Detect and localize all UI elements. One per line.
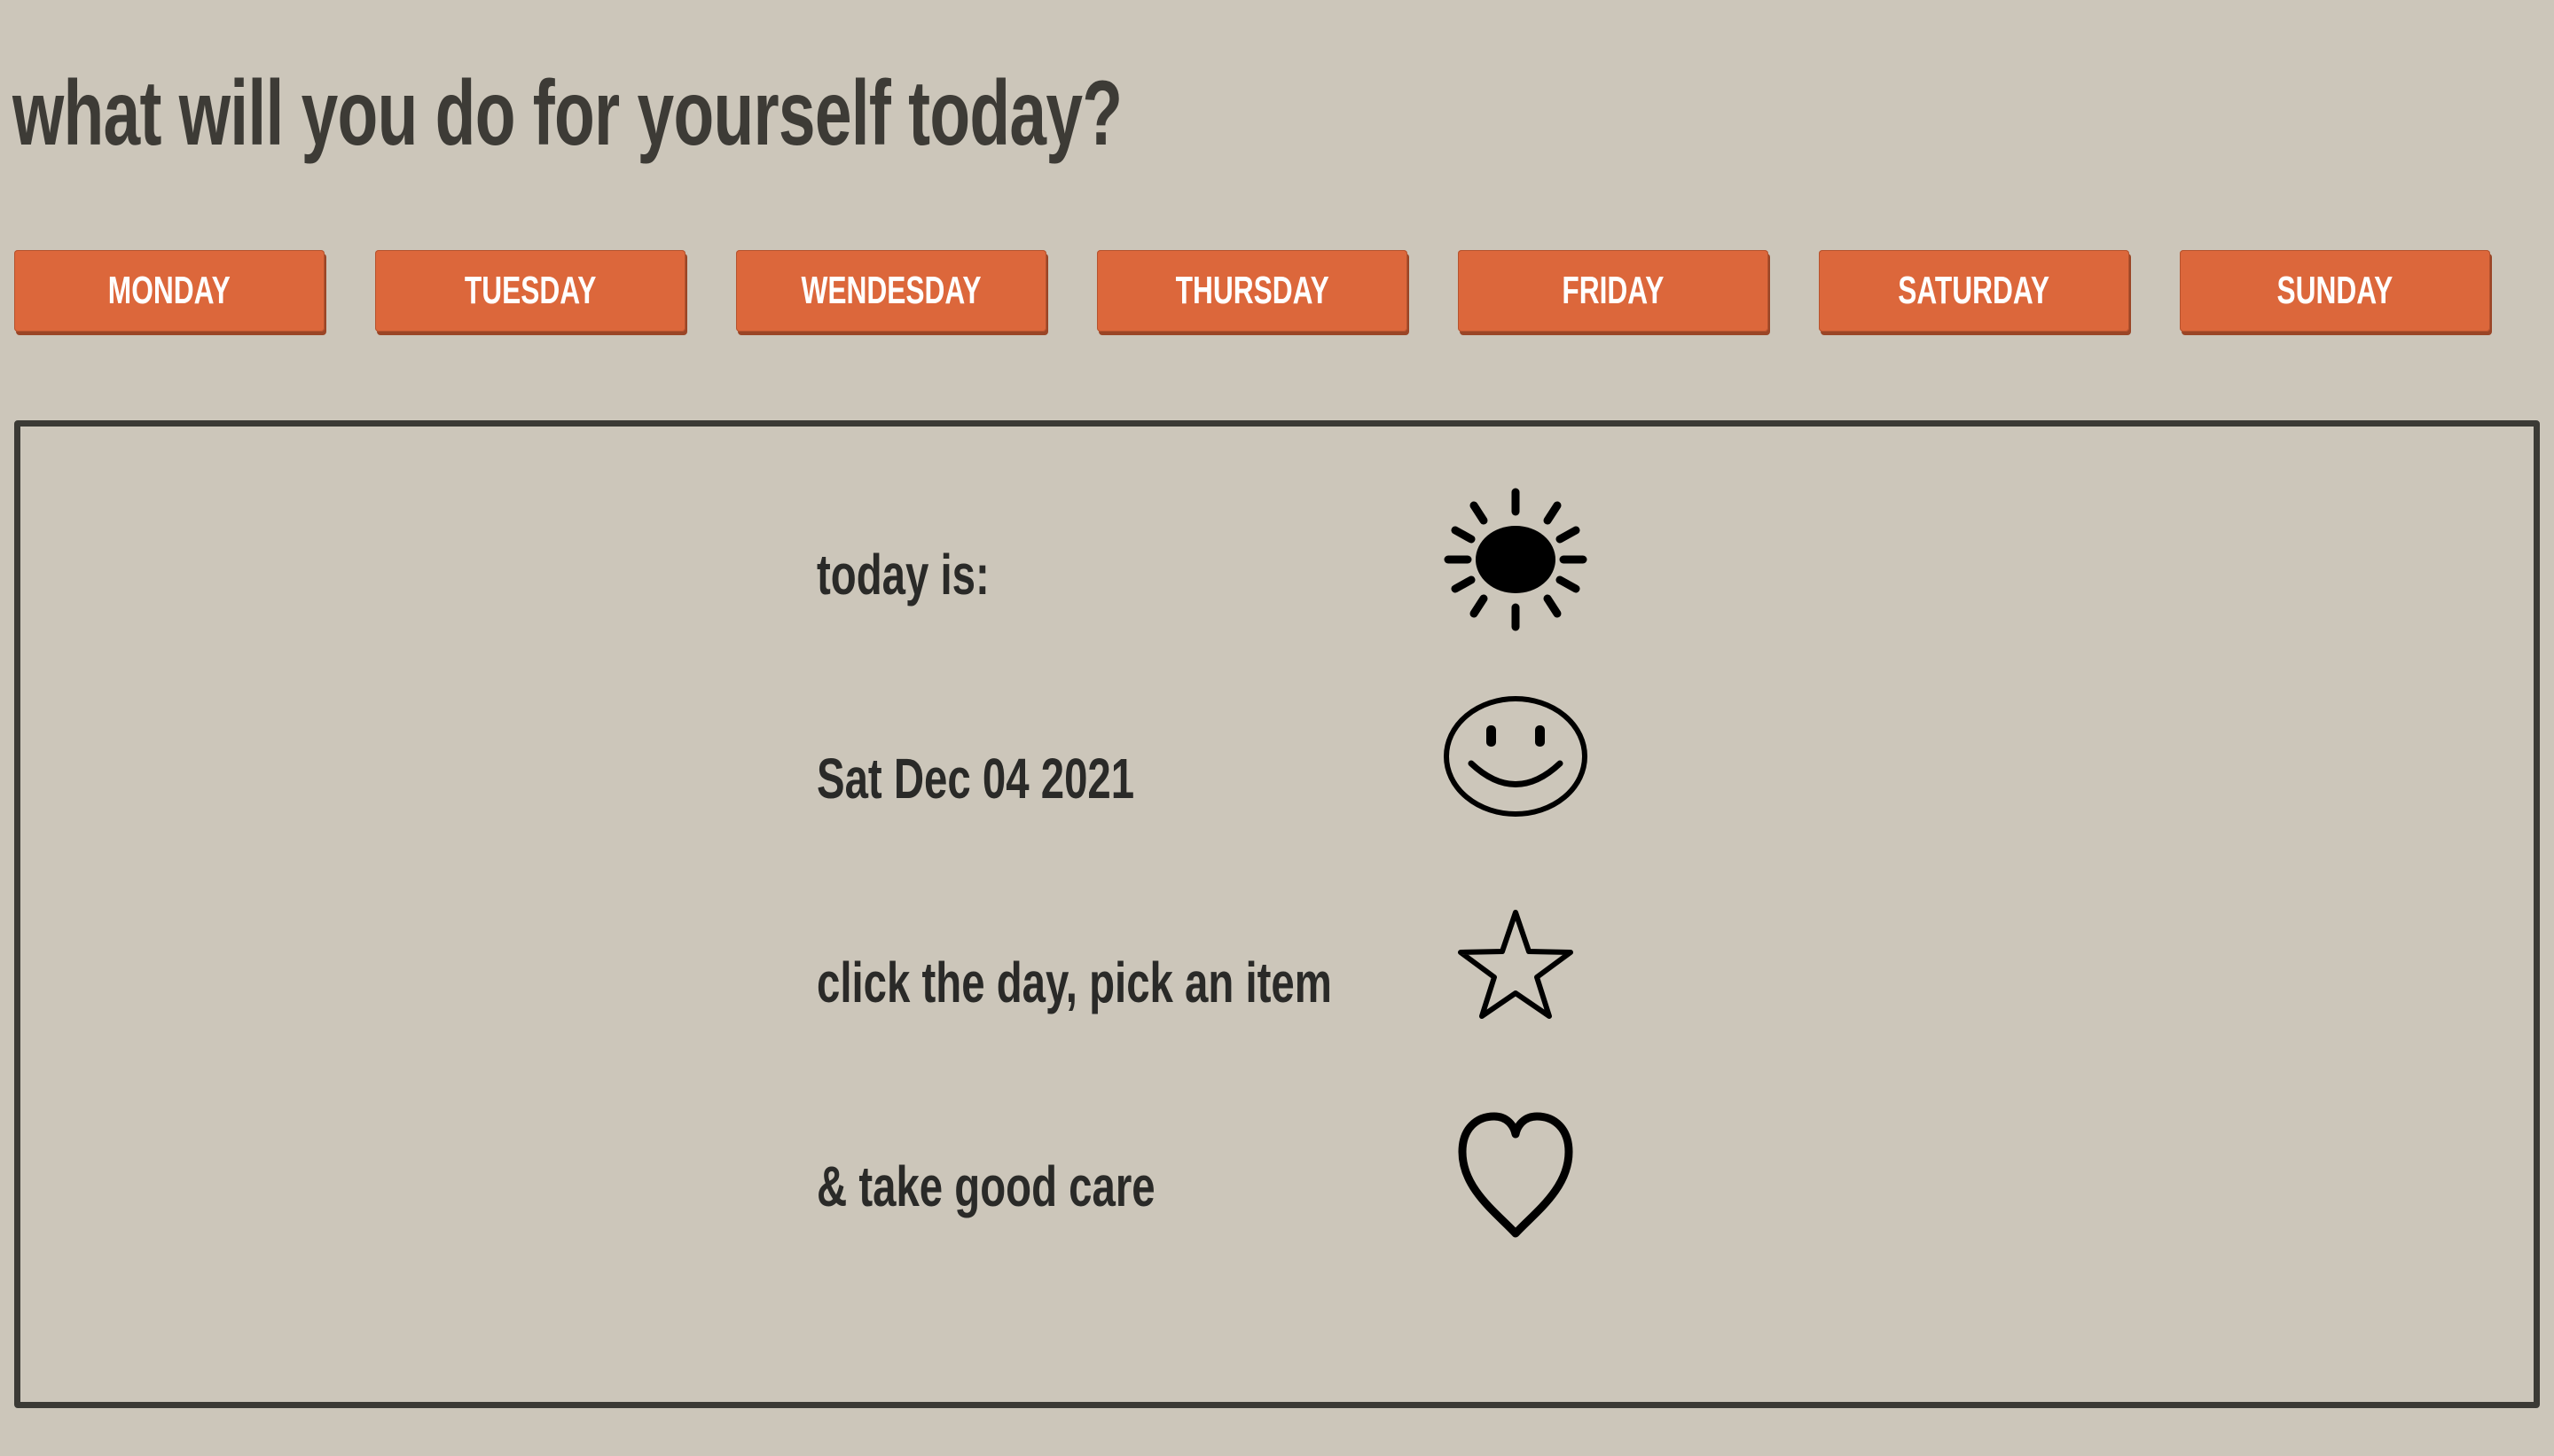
day-button-label: THURSDAY [1175, 269, 1329, 312]
day-button-label: TUESDAY [464, 269, 597, 312]
instruction-text: click the day, pick an item [817, 951, 1332, 1014]
page-title: what will you do for yourself today? [12, 62, 1123, 165]
info-panel: today is: Sat Dec 04 2021 click the day,… [14, 420, 2540, 1408]
day-button-label: SATURDAY [1898, 269, 2050, 312]
closing-text: & take good care [817, 1155, 1156, 1218]
day-button-thursday[interactable]: THURSDAY [1097, 250, 1407, 332]
heart-icon [1436, 1090, 1595, 1249]
info-row: today is: [20, 480, 2534, 657]
day-button-label: SUNDAY [2276, 269, 2393, 312]
today-label: today is: [817, 543, 990, 607]
star-icon [1436, 888, 1595, 1047]
info-row: & take good care [20, 1092, 2534, 1269]
day-button-monday[interactable]: MONDAY [14, 250, 325, 332]
day-button-sunday[interactable]: SUNDAY [2180, 250, 2490, 332]
day-selector: MONDAY TUESDAY WENDESDAY THURSDAY FRIDAY… [14, 250, 2494, 332]
info-row: click the day, pick an item [20, 888, 2534, 1065]
current-date: Sat Dec 04 2021 [817, 747, 1135, 810]
day-button-label: FRIDAY [1562, 269, 1665, 312]
day-button-label: MONDAY [108, 269, 231, 312]
day-button-tuesday[interactable]: TUESDAY [375, 250, 686, 332]
day-button-wednesday[interactable]: WENDESDAY [736, 250, 1046, 332]
smiley-icon [1436, 677, 1595, 836]
day-button-label: WENDESDAY [801, 269, 982, 312]
sun-icon [1436, 480, 1595, 639]
info-row: Sat Dec 04 2021 [20, 684, 2534, 861]
day-button-saturday[interactable]: SATURDAY [1819, 250, 2129, 332]
day-button-friday[interactable]: FRIDAY [1458, 250, 1768, 332]
